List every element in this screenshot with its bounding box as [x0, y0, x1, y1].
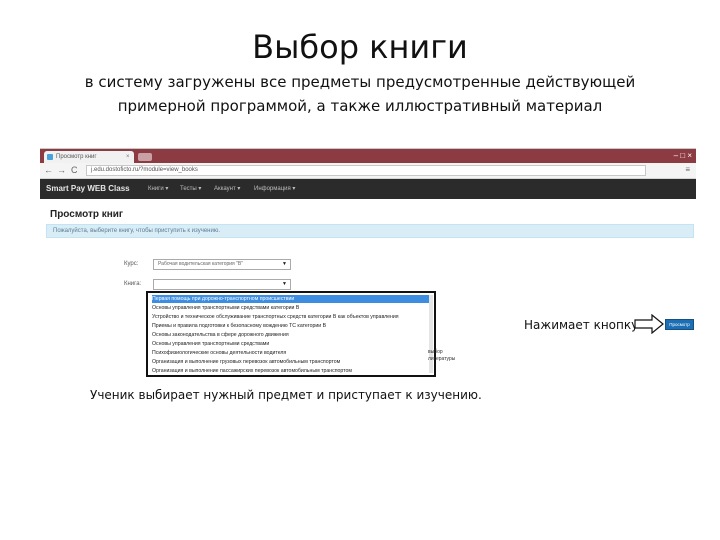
browser-screenshot: Просмотр книг × – □ × ← → C j.edu.dostof… — [40, 148, 696, 378]
reload-icon[interactable]: C — [71, 165, 78, 175]
book-label: Книга: — [124, 281, 142, 287]
url-input[interactable]: j.edu.dostoficto.ru/?module=view_books — [86, 165, 646, 176]
dropdown-option[interactable]: Приемы и правила подготовки к безопасном… — [152, 322, 430, 330]
browser-menu-icon[interactable]: ≡ — [685, 165, 690, 174]
nav-item-info[interactable]: Информация ▾ — [254, 185, 295, 192]
book-dropdown-list: Первая помощь при дорожно-транспортном п… — [146, 291, 436, 377]
dropdown-option[interactable]: Первая помощь при дорожно-транспортном п… — [152, 295, 430, 303]
info-alert: Пожалуйста, выберите книгу, чтобы присту… — [46, 224, 694, 238]
nav-item-account[interactable]: Аккаунт ▾ — [214, 185, 240, 192]
arrow-right-icon — [634, 314, 664, 334]
dropdown-option[interactable]: Организация и выполнение грузовых перево… — [152, 358, 430, 366]
slide-title: Выбор книги — [252, 28, 468, 66]
chevron-down-icon: ▼ — [282, 281, 287, 287]
app-navbar: Smart Pay WEB Class Книги ▾ Тесты ▾ Акка… — [40, 179, 696, 199]
dropdown-option[interactable]: Основы управления транспортными средства… — [152, 304, 430, 312]
app-brand[interactable]: Smart Pay WEB Class — [46, 184, 130, 193]
slide-subtitle: в систему загружены все предметы предусм… — [84, 73, 636, 115]
book-select[interactable]: ▼ — [153, 279, 291, 290]
dropdown-option[interactable]: Основы управления транспортными средства… — [152, 340, 430, 348]
close-icon[interactable]: × — [126, 151, 130, 163]
course-select[interactable]: Рабочая водительская категория "B" ▼ — [153, 259, 291, 270]
page-favicon-icon — [47, 154, 53, 160]
window-controls[interactable]: – □ × — [674, 151, 692, 160]
nav-item-tests[interactable]: Тесты ▾ — [180, 185, 201, 192]
caption-bottom: Ученик выбирает нужный предмет и приступ… — [90, 388, 482, 402]
browser-tab[interactable]: Просмотр книг × — [44, 151, 134, 163]
view-book-button[interactable]: Просмотр — [665, 319, 694, 330]
course-select-value: Рабочая водительская категория "B" — [158, 261, 244, 267]
dropdown-option[interactable]: Психофизиологические основы деятельности… — [152, 349, 430, 357]
tab-title: Просмотр книг — [56, 154, 97, 160]
page-title: Просмотр книг — [50, 209, 124, 220]
dropdown-option[interactable]: Организация и выполнение пассажирских пе… — [152, 367, 430, 375]
forward-icon[interactable]: → — [57, 165, 66, 175]
browser-tab-bar: Просмотр книг × – □ × — [40, 149, 696, 163]
address-bar: ← → C j.edu.dostoficto.ru/?module=view_b… — [40, 163, 696, 179]
back-icon[interactable]: ← — [44, 165, 53, 175]
new-tab-button[interactable] — [138, 153, 152, 161]
chevron-down-icon: ▼ — [282, 261, 287, 267]
caption-button-hint: Нажимает кнопку — [524, 318, 639, 332]
nav-item-books[interactable]: Книги ▾ — [148, 185, 168, 192]
side-note: выбор литературы — [428, 349, 456, 362]
dropdown-option[interactable]: Основы законодательства в сфере дорожног… — [152, 331, 430, 339]
dropdown-option[interactable]: Устройство и техническое обслуживание тр… — [152, 313, 430, 321]
course-label: Курс: — [124, 261, 139, 267]
